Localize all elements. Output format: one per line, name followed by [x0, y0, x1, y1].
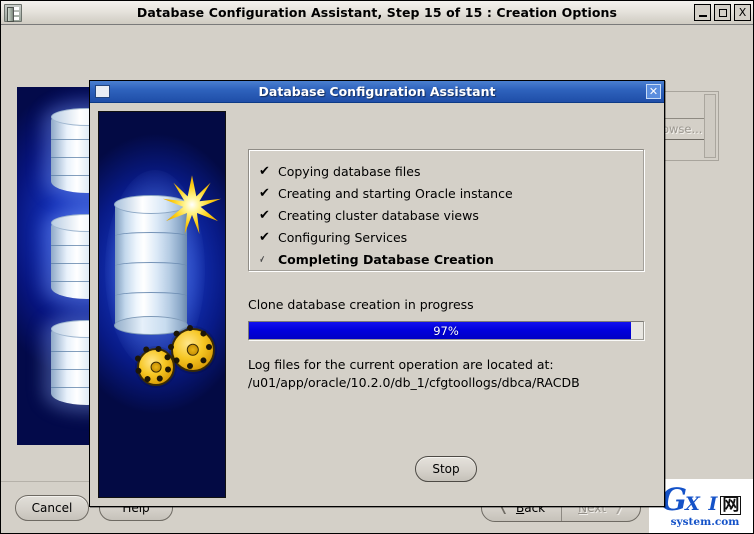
outer-window-body: Browse... Cancel Help ❬ Back Next ❭ G X … — [1, 25, 753, 533]
cancel-button[interactable]: Cancel — [15, 494, 89, 521]
close-icon: X — [738, 6, 747, 19]
list-item: ✔ Configuring Services — [259, 226, 631, 248]
progress-dialog: Database Configuration Assistant ✕ ✔ Cop… — [89, 80, 665, 507]
dialog-title: Database Configuration Assistant — [258, 84, 496, 99]
star-icon — [162, 175, 222, 235]
watermark-top: G X I 网 — [661, 484, 742, 516]
dialog-title-bar[interactable]: Database Configuration Assistant ✕ — [90, 81, 664, 103]
watermark-xi: X I — [685, 492, 719, 515]
minimize-icon — [698, 14, 707, 17]
progress-status-text: Clone database creation in progress — [248, 297, 474, 312]
minimize-button[interactable] — [694, 4, 711, 21]
list-item-label: Creating cluster database views — [278, 207, 479, 223]
list-item: ✔ Copying database files — [259, 160, 631, 182]
outer-window: Database Configuration Assistant, Step 1… — [0, 0, 754, 534]
maximize-button[interactable] — [714, 4, 731, 21]
check-icon: ✔ — [259, 207, 270, 223]
creation-steps-list: ✔ Copying database files ✔ Creating and … — [248, 149, 644, 271]
check-icon: ✔ — [259, 229, 270, 245]
check-icon-partial: ✔ — [259, 252, 265, 266]
list-item-label: Copying database files — [278, 163, 421, 179]
progress-bar-label: 97% — [433, 323, 459, 338]
dialog-body: ✔ Copying database files ✔ Creating and … — [90, 103, 664, 506]
dialog-splash-image — [98, 111, 226, 498]
window-controls: X — [694, 4, 751, 21]
list-item-label: Completing Database Creation — [278, 251, 494, 267]
watermark-domain: system.com — [670, 515, 740, 528]
log-location-line-1: Log files for the current operation are … — [248, 357, 554, 372]
progress-bar: 97% — [248, 321, 644, 340]
gear-icon-small — [134, 345, 175, 386]
list-item: ✔ Creating cluster database views — [259, 204, 631, 226]
window-icon — [95, 85, 110, 98]
dialog-action-row: Stop — [248, 456, 644, 496]
list-item: ✔ Creating and starting Oracle instance — [259, 182, 631, 204]
outer-title-bar[interactable]: Database Configuration Assistant, Step 1… — [1, 1, 753, 25]
screen: Database Configuration Assistant, Step 1… — [0, 0, 754, 534]
watermark-cn-char: 网 — [720, 494, 742, 515]
list-item-label: Configuring Services — [278, 229, 408, 245]
dialog-close-button[interactable]: ✕ — [646, 84, 661, 99]
log-location-text: Log files for the current operation are … — [248, 356, 644, 392]
database-icon — [4, 3, 22, 22]
close-button[interactable]: X — [734, 4, 751, 21]
log-location-path: /u01/app/oracle/10.2.0/db_1/cfgtoollogs/… — [248, 375, 580, 391]
stop-button[interactable]: Stop — [415, 456, 477, 482]
dialog-content: ✔ Copying database files ✔ Creating and … — [226, 109, 658, 500]
list-item-label: Creating and starting Oracle instance — [278, 185, 513, 201]
background-scrollbar[interactable] — [704, 94, 716, 158]
outer-window-title: Database Configuration Assistant, Step 1… — [136, 5, 618, 20]
list-item-current: ✔ Completing Database Creation — [259, 248, 631, 270]
gear-icon-large — [168, 325, 215, 372]
check-icon: ✔ — [259, 163, 270, 179]
check-icon: ✔ — [259, 185, 270, 201]
maximize-icon — [718, 8, 727, 17]
